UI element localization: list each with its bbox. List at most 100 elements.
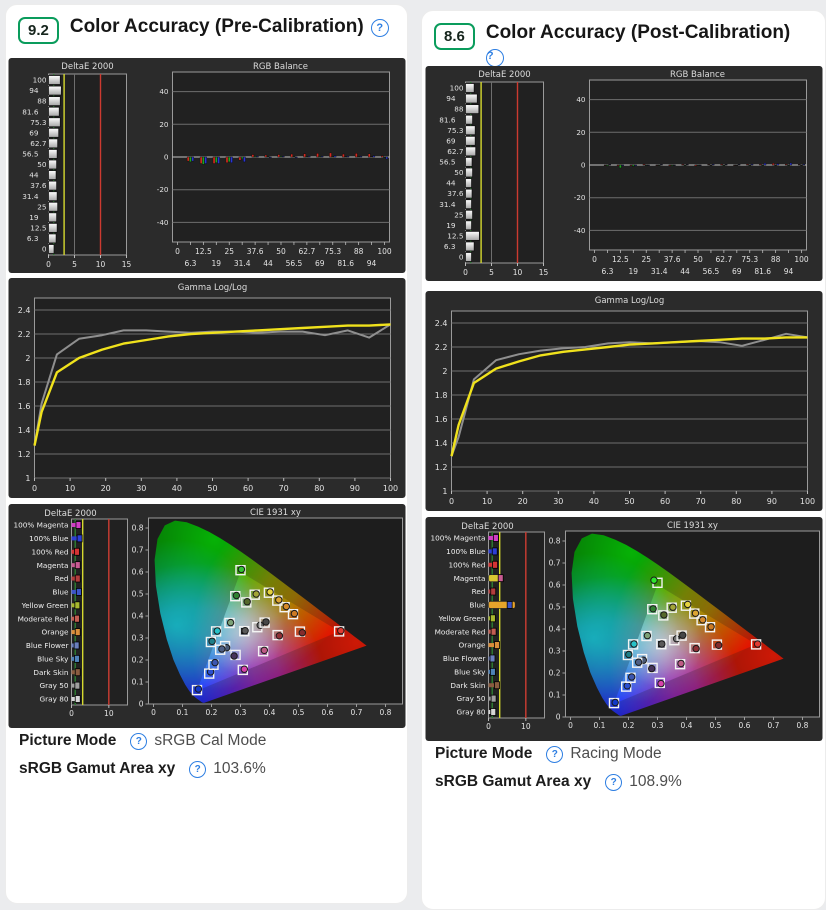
chart-svg: DeltaE 2000100948881.675.36962.756.55044… [425, 66, 822, 281]
svg-text:88: 88 [353, 247, 363, 256]
svg-text:81.6: 81.6 [22, 107, 39, 116]
svg-text:69: 69 [315, 259, 325, 268]
svg-text:Gamma Log/Log: Gamma Log/Log [177, 283, 247, 293]
svg-text:Gamma Log/Log: Gamma Log/Log [594, 296, 664, 306]
svg-text:0: 0 [151, 708, 156, 717]
svg-text:0: 0 [568, 721, 573, 730]
svg-text:1: 1 [25, 474, 30, 483]
deltae-cie-panel: DeltaE 2000100% Magenta100% Blue100% Red… [425, 517, 822, 741]
svg-text:0: 0 [31, 484, 36, 493]
svg-text:0.8: 0.8 [796, 721, 808, 730]
svg-text:31.4: 31.4 [22, 192, 39, 201]
svg-text:20: 20 [517, 497, 527, 506]
svg-text:RGB Balance: RGB Balance [670, 70, 725, 80]
svg-text:Red: Red [471, 587, 485, 596]
svg-text:100: 100 [32, 76, 46, 85]
svg-text:94: 94 [366, 259, 376, 268]
svg-text:RGB Balance: RGB Balance [253, 62, 308, 72]
svg-text:6.3: 6.3 [184, 259, 196, 268]
svg-text:0: 0 [175, 247, 180, 256]
svg-text:50: 50 [207, 484, 217, 493]
pre-calibration-card: 9.2 Color Accuracy (Pre-Calibration)? De… [5, 4, 408, 904]
svg-text:81.6: 81.6 [337, 259, 354, 268]
help-icon[interactable]: ? [130, 733, 147, 750]
svg-text:40: 40 [159, 87, 169, 96]
help-icon[interactable]: ? [486, 49, 504, 67]
svg-text:10: 10 [104, 709, 114, 718]
svg-text:Blue: Blue [52, 588, 69, 597]
svg-text:56.5: 56.5 [285, 259, 302, 268]
svg-text:19: 19 [628, 267, 638, 276]
svg-text:0.5: 0.5 [292, 708, 304, 717]
svg-text:Orange: Orange [458, 641, 485, 650]
svg-text:40: 40 [588, 497, 598, 506]
svg-text:Red: Red [54, 574, 68, 583]
deltae-cie-panel: DeltaE 2000100% Magenta100% Blue100% Red… [8, 504, 405, 728]
svg-text:56.5: 56.5 [22, 150, 38, 159]
srgb-gamut-row: sRGB Gamut Area xy ? 108.9% [435, 773, 682, 791]
svg-text:Blue Sky: Blue Sky [454, 667, 486, 676]
svg-text:37.6: 37.6 [447, 189, 464, 198]
picture-mode-row: Picture Mode ? Racing Mode [435, 745, 662, 763]
svg-text:1: 1 [442, 487, 447, 496]
help-icon[interactable]: ? [371, 19, 389, 37]
svg-text:0.6: 0.6 [131, 568, 143, 577]
svg-text:-20: -20 [573, 193, 585, 202]
stat-label: Picture Mode [19, 732, 116, 750]
svg-text:0.3: 0.3 [234, 708, 246, 717]
svg-text:69: 69 [446, 136, 456, 145]
stat-value: sRGB Cal Mode [154, 732, 266, 750]
svg-text:0.1: 0.1 [131, 678, 143, 687]
svg-text:70: 70 [695, 497, 705, 506]
svg-text:44: 44 [29, 171, 39, 180]
deltae-rgb-panel: DeltaE 2000100948881.675.36962.756.55044… [8, 58, 405, 273]
svg-text:DeltaE 2000: DeltaE 2000 [61, 62, 113, 72]
svg-text:10: 10 [521, 722, 531, 731]
svg-text:62.7: 62.7 [30, 139, 47, 148]
svg-text:40: 40 [576, 95, 586, 104]
stat-value: 108.9% [629, 773, 682, 791]
svg-text:0.1: 0.1 [593, 721, 605, 730]
post-calibration-header: 8.6 Color Accuracy (Post-Calibration)? [434, 21, 790, 67]
svg-text:Blue Flower: Blue Flower [442, 654, 485, 663]
score-badge: 8.6 [434, 23, 475, 50]
chart-svg: DeltaE 2000100% Magenta100% Blue100% Red… [425, 517, 822, 741]
svg-text:-40: -40 [156, 218, 168, 227]
svg-text:12.5: 12.5 [447, 231, 463, 240]
svg-text:CIE 1931 xy: CIE 1931 xy [250, 508, 301, 518]
help-icon[interactable]: ? [189, 761, 206, 778]
svg-text:10: 10 [95, 260, 105, 269]
svg-text:0.5: 0.5 [131, 590, 143, 599]
svg-text:31.4: 31.4 [650, 267, 667, 276]
svg-text:62.7: 62.7 [447, 147, 464, 156]
svg-text:0: 0 [163, 153, 168, 162]
svg-text:0.7: 0.7 [548, 559, 560, 568]
svg-text:25: 25 [641, 255, 651, 264]
svg-text:81.6: 81.6 [754, 267, 771, 276]
svg-text:0: 0 [46, 260, 51, 269]
svg-text:100: 100 [449, 84, 463, 93]
svg-text:0: 0 [458, 253, 463, 262]
svg-text:90: 90 [349, 484, 359, 493]
help-icon[interactable]: ? [546, 746, 563, 763]
svg-text:60: 60 [660, 497, 670, 506]
svg-text:0.2: 0.2 [622, 721, 634, 730]
svg-text:-20: -20 [156, 185, 168, 194]
svg-text:50: 50 [37, 160, 47, 169]
svg-text:75.3: 75.3 [447, 126, 464, 135]
svg-text:0: 0 [463, 268, 468, 277]
svg-text:100% Blue: 100% Blue [446, 547, 486, 556]
svg-text:100: 100 [799, 497, 814, 506]
svg-text:44: 44 [263, 259, 273, 268]
svg-text:0: 0 [138, 700, 143, 709]
svg-text:50: 50 [276, 247, 286, 256]
svg-text:62.7: 62.7 [715, 255, 732, 264]
pre-calibration-header: 9.2 Color Accuracy (Pre-Calibration)? [18, 15, 389, 44]
svg-text:Dark Skin: Dark Skin [33, 668, 68, 677]
svg-text:1.4: 1.4 [17, 426, 30, 435]
svg-text:44: 44 [680, 267, 690, 276]
svg-text:0.1: 0.1 [548, 691, 560, 700]
svg-text:1.8: 1.8 [434, 391, 447, 400]
svg-text:25: 25 [224, 247, 234, 256]
svg-text:0.8: 0.8 [379, 708, 391, 717]
